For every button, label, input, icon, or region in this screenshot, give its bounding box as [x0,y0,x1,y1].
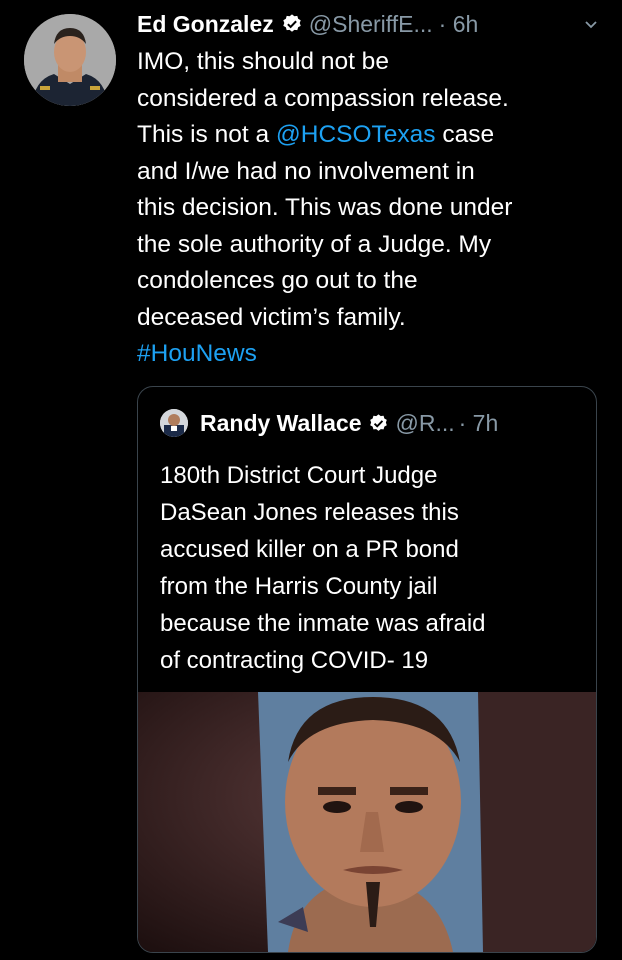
tweet-text-segment: IMO, this should not be [137,48,389,75]
tweet-time[interactable]: · 6h [439,11,479,38]
quoted-avatar [160,409,188,437]
tweet-header: Ed Gonzalez @SheriffE... · 6h [137,6,607,42]
tweet-text-line: deceased victim’s family. [137,300,607,337]
quoted-tweet-text-line: 180th District Court Judge [160,462,438,489]
author-name[interactable]: Ed Gonzalez [137,11,274,38]
tweet-text-line: and I/we had no involvement in [137,154,607,191]
tweet-text-line: condolences go out to the [137,263,607,300]
tweet-text-line: This is not a @HCSOTexas case [137,117,607,154]
tweet-text-segment: condolences go out to the [137,267,418,294]
mention-link[interactable]: @HCSOTexas [276,121,436,148]
verified-badge-icon [368,413,389,434]
tweet-text-line: this decision. This was done under [137,190,607,227]
verified-badge-icon [281,13,303,35]
avatar[interactable] [24,14,116,106]
quoted-tweet-time[interactable]: · 7h [459,410,499,437]
quoted-author-handle[interactable]: @R... [395,410,454,437]
mugshot-image[interactable] [138,692,596,952]
tweet-text-segment: case [435,121,495,148]
quoted-tweet-text-line: DaSean Jones releases this [160,499,459,526]
author-handle[interactable]: @SheriffE... [309,11,433,38]
quoted-tweet-text: 180th District Court Judge DaSean Jones r… [160,457,590,679]
tweet-text-segment: this decision. This was done under [137,194,513,221]
hashtag-link[interactable]: #HouNews [137,340,257,367]
quoted-tweet-header: Randy Wallace @R... · 7h [160,409,498,437]
chevron-down-icon[interactable] [583,16,599,32]
tweet-text-line: #HouNews [137,336,607,373]
tweet-text: IMO, this should not be considered a comp… [137,44,607,373]
tweet-text-line: considered a compassion release. [137,81,607,118]
quoted-tweet-text-line: because the inmate was afraid [160,610,486,637]
quoted-tweet-text-line: from the Harris County jail [160,573,438,600]
tweet: Ed Gonzalez @SheriffE... · 6h IMO, this … [137,6,607,373]
quoted-tweet-text-line: accused killer on a PR bond [160,536,459,563]
quoted-tweet-text-line: of contracting COVID- 19 [160,647,429,674]
tweet-text-segment: the sole authority of a Judge. My [137,230,492,258]
tweet-text-line: IMO, this should not be [137,44,607,81]
tweet-text-line: the sole authority of a Judge. My [137,227,607,264]
tweet-text-segment: considered a compassion release. [137,84,509,112]
quoted-tweet[interactable]: Randy Wallace @R... · 7h 180th District … [137,386,597,953]
quoted-author-name[interactable]: Randy Wallace [200,410,361,437]
tweet-text-segment: and I/we had no involvement in [137,157,475,185]
tweet-text-segment: This is not a [137,121,276,148]
tweet-text-segment: deceased victim’s family. [137,303,406,331]
